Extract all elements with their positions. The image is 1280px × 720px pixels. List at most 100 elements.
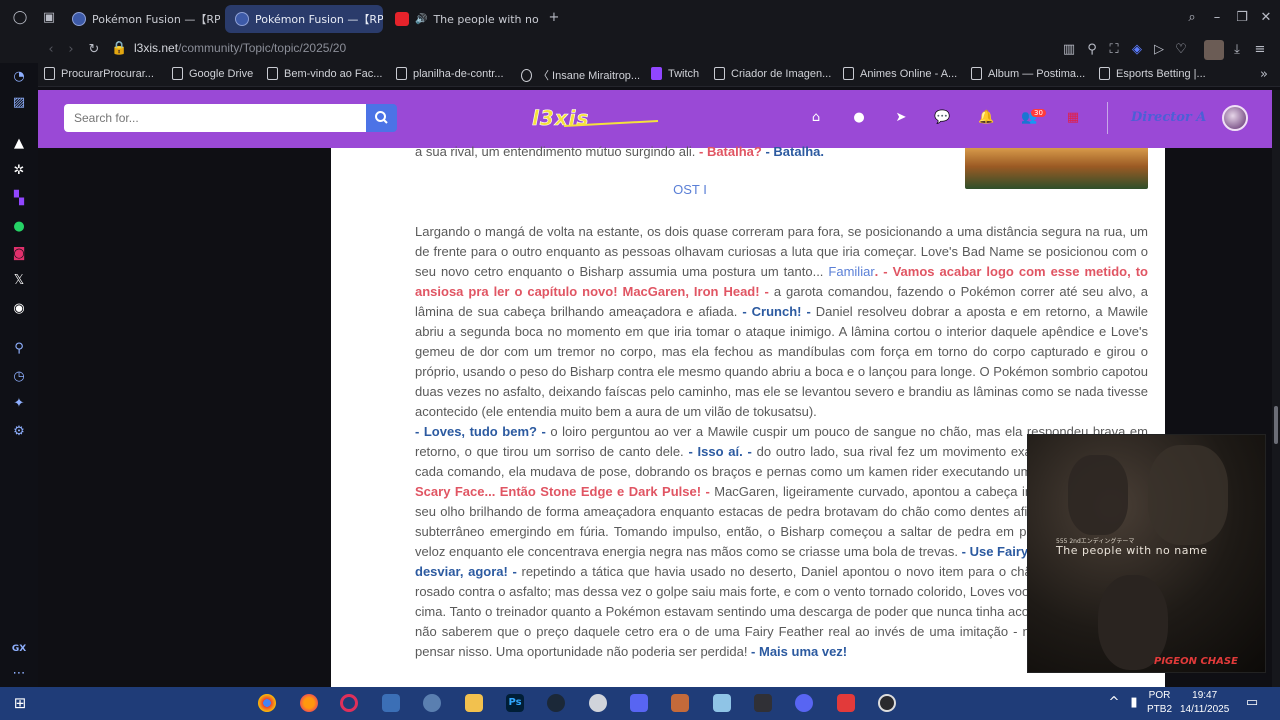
bookmark-item[interactable]: ProcurarProcurar... (44, 67, 154, 80)
alert-icon[interactable]: ▦ (1065, 110, 1081, 126)
snapshot-icon[interactable]: ⛶ (1106, 43, 1122, 57)
more-bookmarks-icon[interactable]: » (1256, 68, 1272, 82)
bookmark-item[interactable]: Esports Betting |... (1099, 67, 1206, 80)
photoshop-icon[interactable]: Ps (506, 694, 524, 712)
page-scrollbar[interactable] (1272, 90, 1280, 687)
bookmark-item[interactable]: Google Drive (172, 67, 253, 80)
lock-icon: 🔒 (111, 41, 128, 56)
gx-control-icon[interactable]: ◔ (11, 69, 27, 85)
page-icon (44, 67, 55, 80)
maximize-button[interactable]: ❐ (1234, 11, 1250, 25)
chatgpt-icon[interactable]: ✲ (11, 163, 27, 179)
windows-start-icon[interactable]: ⊞ (11, 694, 29, 712)
opera-gx-logo-icon[interactable]: ◯ (12, 11, 28, 25)
minimize-button[interactable]: – (1209, 11, 1225, 25)
app-icon[interactable] (382, 694, 400, 712)
forward-button[interactable]: › (63, 43, 79, 57)
back-button[interactable]: ‹ (43, 43, 59, 57)
bookmark-item[interactable]: Album — Postima... (971, 67, 1085, 80)
bookmark-item[interactable]: planilha-de-contr... (396, 67, 504, 80)
x-icon[interactable]: 𝕏 (11, 273, 27, 289)
page-icon (1099, 67, 1110, 80)
vpn-shield-icon[interactable]: ◈ (1129, 43, 1145, 57)
app-icon[interactable] (754, 694, 772, 712)
home-icon[interactable]: ⌂ (808, 110, 824, 126)
app-icon[interactable] (713, 694, 731, 712)
game-icon[interactable] (630, 694, 648, 712)
url-field[interactable]: l3xis.net/community/Topic/topic/2025/20 (134, 41, 346, 55)
app-icon[interactable] (589, 694, 607, 712)
chrome-icon[interactable] (258, 694, 276, 712)
familiar-link[interactable]: Familiar (828, 264, 874, 279)
video-title: The people with no name (1056, 544, 1208, 557)
pin-icon[interactable]: ⚲ (11, 341, 27, 357)
search-tabs-icon[interactable]: ⌕ (1184, 11, 1200, 25)
player-icon[interactable]: ▷ (1151, 43, 1167, 57)
search-button[interactable] (366, 104, 397, 132)
send-icon[interactable]: ➤ (893, 110, 909, 126)
app-icon[interactable] (837, 694, 855, 712)
settings-icon[interactable]: ⚙ (11, 424, 27, 440)
discord-icon[interactable]: ◉ (11, 301, 27, 317)
firefox-icon[interactable] (300, 694, 318, 712)
download-icon[interactable]: ⤓ (1229, 43, 1245, 57)
language-indicator[interactable]: POR PTB2 (1147, 689, 1172, 717)
workspaces-icon[interactable]: ▣ (41, 11, 57, 25)
more-options-icon[interactable]: ⋯ (11, 666, 27, 682)
obs-icon[interactable] (878, 694, 896, 712)
heart-icon[interactable]: ♡ (1173, 43, 1189, 57)
tab-pokemon-fusion-2[interactable]: Pokémon Fusion —【RPG】 (225, 5, 383, 33)
bookmark-item[interactable]: Bem-vindo ao Fac... (267, 67, 382, 80)
bookmark-item[interactable]: Twitch (651, 67, 699, 80)
text-run: Daniel resolveu dobrar a aposta e em ret… (415, 304, 1149, 419)
search-input[interactable] (64, 104, 366, 132)
username[interactable]: Director A (1131, 110, 1206, 125)
history-icon[interactable]: ◷ (11, 369, 27, 385)
header-divider (1107, 102, 1108, 134)
file-explorer-icon[interactable] (465, 694, 483, 712)
gx-label-icon[interactable]: GX (11, 641, 27, 657)
bookmark-item[interactable]: Criador de Imagen... (714, 67, 831, 80)
notifications-icon[interactable]: ▭ (1244, 696, 1260, 710)
menu-icon[interactable]: ≡ (1252, 43, 1268, 57)
bookmark-item[interactable]: 〈 Insane Miraitrop... (521, 67, 640, 83)
page-background-left (38, 148, 331, 687)
aria-icon[interactable]: ▲ (11, 136, 27, 152)
profile-icon[interactable]: ● (851, 110, 867, 126)
pin-icon[interactable]: ⚲ (1084, 43, 1100, 57)
profile-avatar[interactable] (1204, 40, 1224, 60)
extensions-icon[interactable]: ✦ (11, 396, 27, 412)
whatsapp-icon[interactable]: ● (11, 219, 27, 235)
twitch-icon[interactable]: ▚ (11, 191, 27, 207)
avatar[interactable] (1222, 105, 1248, 131)
dialogue-blue: - Mais uma vez! (751, 644, 848, 659)
site-favicon-icon (235, 12, 249, 26)
bell-icon[interactable]: 🔔 (978, 110, 994, 126)
discord-icon[interactable] (795, 694, 813, 712)
scrollbar-thumb[interactable] (1274, 406, 1278, 444)
page-icon (714, 67, 725, 80)
app-icon[interactable] (671, 694, 689, 712)
instagram-icon[interactable]: ◙ (11, 246, 27, 262)
mic-icon[interactable]: ▮ (1126, 696, 1142, 710)
app-icon[interactable] (423, 694, 441, 712)
speaker-icon: 🔊 (415, 13, 428, 25)
clock[interactable]: 19:47 14/11/2025 (1180, 689, 1229, 717)
chat-icon[interactable]: 💬 (934, 110, 950, 126)
bookmark-item[interactable]: Animes Online - A... (843, 67, 957, 80)
gx-corner-icon[interactable]: ▨ (11, 95, 27, 111)
opera-gx-icon[interactable] (340, 694, 358, 712)
tab-title: Pokémon Fusion —【RPG】 (92, 13, 220, 26)
tray-expand-icon[interactable]: ^ (1106, 696, 1122, 710)
new-tab-button[interactable]: + (546, 11, 562, 25)
site-logo[interactable]: l3xis (528, 104, 662, 132)
tab-pokemon-fusion-1[interactable]: Pokémon Fusion —【RPG】 (62, 5, 220, 33)
close-window-button[interactable]: ✕ (1258, 11, 1274, 25)
reader-icon[interactable]: ▥ (1061, 43, 1077, 57)
tab-youtube-video[interactable]: 🔊 The people with no na (385, 5, 540, 33)
reload-icon[interactable]: ↻ (86, 43, 102, 57)
steam-icon[interactable] (547, 694, 565, 712)
ost-link[interactable]: OST I (415, 182, 965, 197)
bookmark-label: Criador de Imagen... (731, 67, 832, 80)
post-text-top: a sua rival, um entendimento mútuo surgi… (415, 142, 960, 162)
